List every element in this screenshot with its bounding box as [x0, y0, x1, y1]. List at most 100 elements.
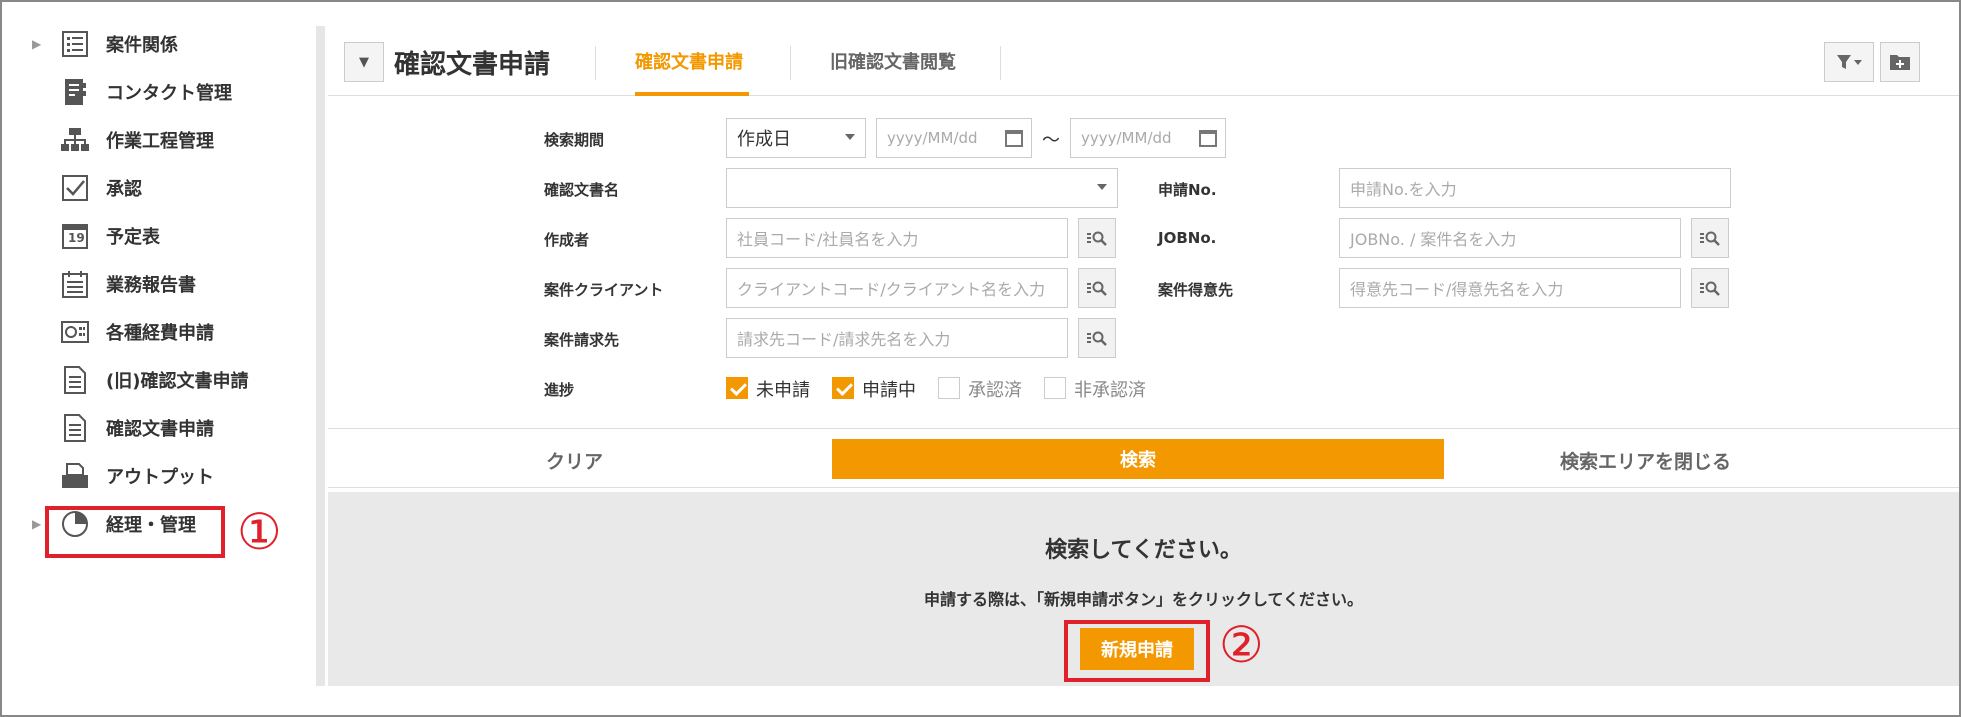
client-input[interactable]: クライアントコード/クライアント名を入力	[726, 268, 1068, 308]
billing-lookup-button[interactable]	[1078, 318, 1116, 358]
progress-applying-checkbox[interactable]	[832, 377, 854, 399]
sidebar-item-label: 各種経費申請	[106, 323, 214, 344]
tab-divider	[1000, 46, 1001, 80]
calendar-day: 19	[68, 231, 85, 245]
calendar-icon[interactable]	[1199, 130, 1217, 147]
annotation-marker-2: ②	[1219, 616, 1264, 674]
sidebar-item-label: コンタクト管理	[106, 83, 232, 104]
tab-confirm-doc[interactable]: 確認文書申請	[635, 48, 743, 74]
period-type-select[interactable]: 作成日	[726, 118, 866, 158]
progress-option-label: 申請中	[862, 380, 916, 401]
calendar-icon: 19	[60, 221, 90, 251]
customer-lookup-button[interactable]	[1691, 268, 1729, 308]
apply-no-placeholder: 申請No.を入力	[1350, 180, 1457, 199]
sidebar-item-label: 予定表	[106, 227, 160, 248]
customer-placeholder: 得意先コード/得意先名を入力	[1350, 280, 1564, 299]
annotation-marker-1: ①	[237, 503, 282, 561]
date-from-input[interactable]: yyyy/MM/dd	[876, 118, 1032, 158]
progress-approved-checkbox[interactable]	[938, 377, 960, 399]
add-folder-icon	[1890, 55, 1910, 70]
progress-not-applied-checkbox[interactable]	[726, 377, 748, 399]
search-button[interactable]: 検索	[832, 439, 1444, 479]
doc-name-label: 確認文書名	[544, 181, 620, 199]
creator-label: 作成者	[544, 231, 590, 249]
sidebar-item-label: (旧)確認文書申請	[106, 371, 249, 392]
date-to-placeholder: yyyy/MM/dd	[1081, 129, 1172, 147]
sidebar: ▶ 案件関係 コンタクト管理 作業工程管理 承認 19 予定表 業務報告書 各種…	[2, 2, 320, 714]
org-chart-icon	[60, 125, 90, 155]
checkbox-icon	[60, 173, 90, 203]
progress-option-label: 承認済	[968, 380, 1022, 401]
calendar-icon[interactable]	[1005, 130, 1023, 147]
close-search-area-button[interactable]: 検索エリアを閉じる	[1560, 447, 1731, 474]
list-icon	[60, 29, 90, 59]
doc-name-select[interactable]	[726, 168, 1118, 208]
lookup-search-icon	[1700, 281, 1720, 296]
main-panel: ▼ 確認文書申請 確認文書申請 旧確認文書閲覧 検索期間 作成日 yyyy/MM…	[328, 2, 1959, 714]
date-from-placeholder: yyyy/MM/dd	[887, 129, 978, 147]
job-no-input[interactable]: JOBNo. / 案件名を入力	[1339, 218, 1681, 258]
document-icon	[60, 413, 90, 443]
header-bar: ▼ 確認文書申請 確認文書申請 旧確認文書閲覧	[328, 2, 1959, 96]
tab-divider	[790, 46, 791, 80]
billing-input[interactable]: 請求先コード/請求先名を入力	[726, 318, 1068, 358]
page-title: 確認文書申請	[394, 50, 551, 80]
result-instruction: 申請する際は、「新規申請ボタン」をクリックしてください。	[923, 590, 1364, 609]
contact-book-icon	[60, 77, 90, 107]
tab-divider	[595, 46, 596, 80]
job-no-label: JOBNo.	[1158, 229, 1217, 247]
progress-label: 進捗	[544, 381, 575, 399]
period-label: 検索期間	[544, 131, 605, 149]
client-lookup-button[interactable]	[1078, 268, 1116, 308]
sidebar-item-label: 案件関係	[106, 35, 178, 56]
lookup-search-icon	[1087, 231, 1107, 246]
clear-button[interactable]: クリア	[546, 447, 603, 474]
job-no-placeholder: JOBNo. / 案件名を入力	[1350, 230, 1517, 249]
dropdown-arrow-icon	[1097, 184, 1107, 190]
period-type-value: 作成日	[737, 129, 791, 150]
client-label: 案件クライアント	[544, 281, 664, 299]
search-action-row: クリア 検索 検索エリアを閉じる	[328, 428, 1959, 488]
output-tray-icon	[60, 461, 90, 491]
lookup-search-icon	[1087, 331, 1107, 346]
sidebar-scrollbar[interactable]	[316, 26, 325, 686]
lookup-search-icon	[1087, 281, 1107, 296]
range-separator: ～	[1042, 130, 1060, 151]
add-folder-button[interactable]	[1880, 42, 1920, 82]
menu-toggle-button[interactable]: ▼	[344, 42, 384, 82]
creator-lookup-button[interactable]	[1078, 218, 1116, 258]
client-placeholder: クライアントコード/クライアント名を入力	[737, 280, 1046, 299]
date-to-input[interactable]: yyyy/MM/dd	[1070, 118, 1226, 158]
report-icon	[60, 269, 90, 299]
apply-no-label: 申請No.	[1158, 181, 1217, 199]
filter-button[interactable]	[1824, 42, 1874, 82]
lookup-search-icon	[1700, 231, 1720, 246]
job-no-lookup-button[interactable]	[1691, 218, 1729, 258]
progress-option-label: 非承認済	[1074, 380, 1146, 401]
sidebar-item-label: 承認	[106, 179, 142, 200]
new-application-button[interactable]: 新規申請	[1080, 628, 1194, 670]
active-tab-indicator	[635, 92, 749, 96]
annotation-highlight-1	[45, 506, 225, 558]
filter-icon	[1837, 55, 1862, 69]
progress-rejected-checkbox[interactable]	[1044, 377, 1066, 399]
result-title: 検索してください。	[1045, 538, 1242, 563]
billing-label: 案件請求先	[544, 331, 620, 349]
tab-old-confirm-doc[interactable]: 旧確認文書閲覧	[830, 48, 956, 74]
billing-placeholder: 請求先コード/請求先名を入力	[737, 330, 951, 349]
sidebar-item-label: 業務報告書	[106, 275, 196, 296]
customer-input[interactable]: 得意先コード/得意先名を入力	[1339, 268, 1681, 308]
expense-icon	[60, 317, 90, 347]
result-area: 検索してください。 申請する際は、「新規申請ボタン」をクリックしてください。 新…	[328, 492, 1959, 686]
apply-no-input[interactable]: 申請No.を入力	[1339, 168, 1731, 208]
creator-input[interactable]: 社員コード/社員名を入力	[726, 218, 1068, 258]
dropdown-arrow-icon	[845, 134, 855, 140]
expand-caret-icon[interactable]: ▶	[32, 37, 48, 51]
caret-down-icon: ▼	[359, 54, 369, 70]
sidebar-item-label: 作業工程管理	[106, 131, 214, 152]
document-icon	[60, 365, 90, 395]
creator-placeholder: 社員コード/社員名を入力	[737, 230, 919, 249]
sidebar-item-label: 確認文書申請	[106, 419, 214, 440]
customer-label: 案件得意先	[1158, 281, 1234, 299]
sidebar-item-label: アウトプット	[106, 467, 214, 488]
